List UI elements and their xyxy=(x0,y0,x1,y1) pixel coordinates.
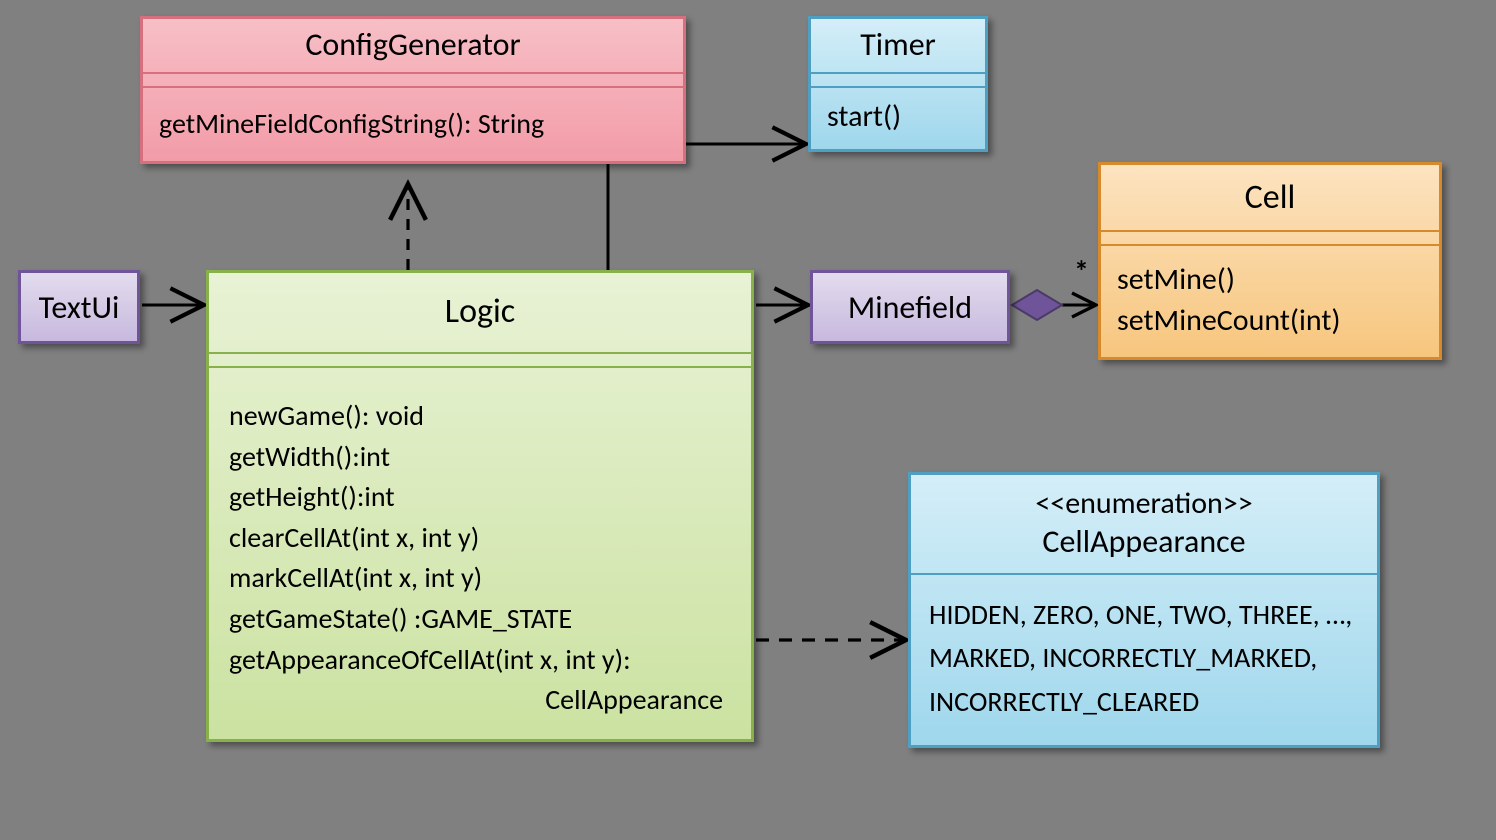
class-name: Cell xyxy=(1101,165,1439,230)
method: getWidth():int xyxy=(229,437,731,478)
method-return: CellAppearance xyxy=(229,680,731,721)
enum-cellappearance: <<enumeration>> CellAppearance HIDDEN, Z… xyxy=(908,472,1380,748)
class-name: Minefield xyxy=(848,288,972,327)
class-name: TextUi xyxy=(39,288,120,327)
class-minefield: Minefield xyxy=(810,270,1010,344)
class-name: CellAppearance xyxy=(925,522,1363,561)
method: newGame(): void xyxy=(229,396,731,437)
stereotype: <<enumeration>> xyxy=(925,485,1363,522)
method: setMineCount(int) xyxy=(1117,301,1423,342)
class-configgenerator: ConfigGenerator getMineFieldConfigString… xyxy=(140,16,686,164)
class-name: Timer xyxy=(811,19,985,72)
class-name: Logic xyxy=(209,273,751,352)
method: getMineFieldConfigString(): String xyxy=(159,106,667,141)
multiplicity-cell: * xyxy=(1074,254,1089,291)
composition-diamond xyxy=(1012,290,1062,320)
class-name: ConfigGenerator xyxy=(143,19,683,72)
class-logic: Logic newGame(): void getWidth():int get… xyxy=(206,270,754,742)
method: getAppearanceOfCellAt(int x, int y): xyxy=(229,640,731,681)
method: start() xyxy=(827,98,969,135)
class-cell: Cell setMine() setMineCount(int) xyxy=(1098,162,1442,360)
class-textui: TextUi xyxy=(18,270,140,344)
class-timer: Timer start() xyxy=(808,16,988,152)
method: clearCellAt(int x, int y) xyxy=(229,518,731,559)
method: markCellAt(int x, int y) xyxy=(229,558,731,599)
method: getHeight():int xyxy=(229,477,731,518)
method: setMine() xyxy=(1117,260,1423,301)
enum-literals: HIDDEN, ZERO, ONE, TWO, THREE, …, MARKED… xyxy=(929,593,1359,723)
method: getGameState() :GAME_STATE xyxy=(229,599,731,640)
